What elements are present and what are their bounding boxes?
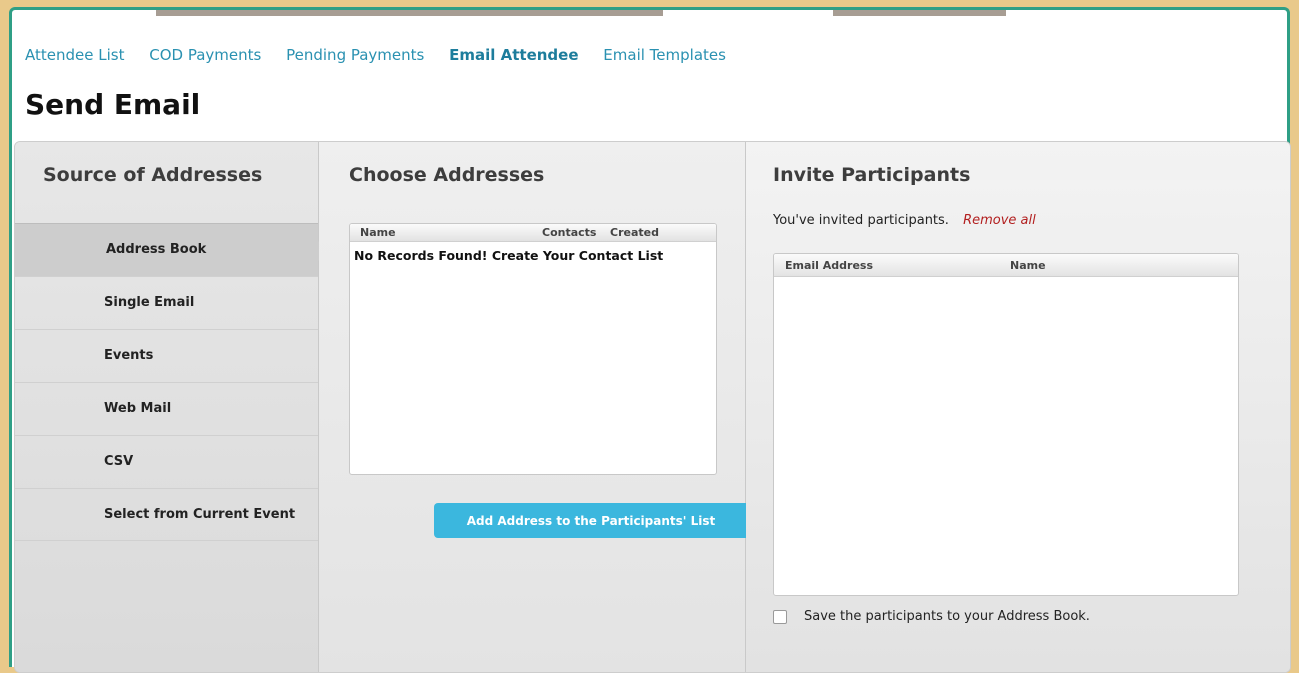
save-label: Save the participants to your Address Bo… <box>804 609 1090 624</box>
col-header-contacts[interactable]: Contacts <box>542 226 596 239</box>
source-item-current-event[interactable]: Select from Current Event <box>15 488 318 541</box>
invite-status: You've invited participants. Remove all <box>773 213 1036 228</box>
tab-email-attendee[interactable]: Email Attendee <box>449 46 578 64</box>
source-menu: Address Book Single Email Events Web Mai… <box>15 223 328 541</box>
address-list-header: Name Contacts Created <box>350 224 716 242</box>
col-header-participant-name[interactable]: Name <box>1010 259 1046 272</box>
tab-pending-payments[interactable]: Pending Payments <box>286 46 424 64</box>
top-strip-segment <box>156 10 663 16</box>
address-list[interactable]: Name Contacts Created No Records Found! … <box>349 223 717 475</box>
invite-status-text: You've invited participants. <box>773 213 949 228</box>
participants-list-header: Email Address Name <box>774 254 1238 277</box>
page-title: Send Email <box>25 88 201 121</box>
tab-email-templates[interactable]: Email Templates <box>603 46 726 64</box>
invite-column: Invite Participants You've invited parti… <box>746 142 1290 672</box>
source-item-web-mail[interactable]: Web Mail <box>15 382 318 435</box>
col-header-created[interactable]: Created <box>610 226 659 239</box>
email-panel: Source of Addresses Address Book Single … <box>14 141 1291 673</box>
add-address-button[interactable]: Add Address to the Participants' List <box>434 503 758 538</box>
top-nav: Attendee List COD Payments Pending Payme… <box>25 46 746 64</box>
col-header-name[interactable]: Name <box>360 226 396 239</box>
source-heading: Source of Addresses <box>43 164 263 186</box>
source-column: Source of Addresses Address Book Single … <box>15 142 328 672</box>
source-item-single-email[interactable]: Single Email <box>15 276 318 329</box>
source-item-csv[interactable]: CSV <box>15 435 318 488</box>
top-strip-segment <box>833 10 1006 16</box>
choose-heading: Choose Addresses <box>349 164 545 186</box>
source-item-address-book[interactable]: Address Book <box>15 223 328 276</box>
col-header-email-address[interactable]: Email Address <box>785 259 873 272</box>
choose-column: Choose Addresses Name Contacts Created N… <box>319 142 758 672</box>
empty-message: No Records Found! Create Your Contact Li… <box>354 248 664 263</box>
tab-attendee-list[interactable]: Attendee List <box>25 46 124 64</box>
remove-all-link[interactable]: Remove all <box>963 213 1036 228</box>
participants-list[interactable]: Email Address Name <box>773 253 1239 596</box>
save-checkbox[interactable] <box>773 609 787 624</box>
save-to-address-book[interactable]: Save the participants to your Address Bo… <box>773 609 1090 624</box>
top-decor-strip <box>12 10 1287 16</box>
invite-heading: Invite Participants <box>773 164 971 186</box>
source-item-events[interactable]: Events <box>15 329 318 382</box>
tab-cod-payments[interactable]: COD Payments <box>149 46 261 64</box>
